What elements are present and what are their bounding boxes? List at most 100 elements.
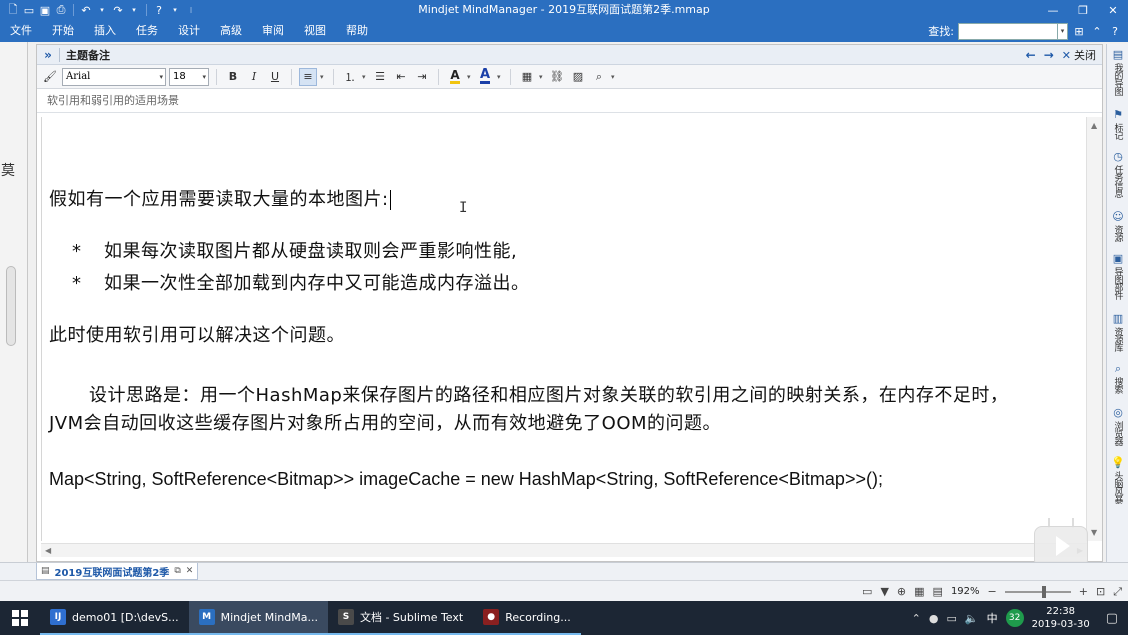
editor-vertical-scrollbar[interactable]: ▲ ▼ bbox=[1086, 117, 1102, 541]
clock[interactable]: 22:38 2019-03-30 bbox=[1032, 605, 1090, 631]
find-dropdown-icon[interactable]: ▾ bbox=[611, 73, 617, 81]
highlight-color-icon[interactable]: A bbox=[446, 68, 464, 86]
font-family-select[interactable]: Arial ▾ bbox=[62, 67, 166, 86]
save-icon[interactable]: ▣ bbox=[38, 3, 52, 17]
pane-task-info[interactable]: ◷ 任务信息 bbox=[1109, 150, 1127, 197]
detach-tab-icon[interactable]: ⧉ bbox=[174, 566, 180, 576]
bold-icon[interactable]: B bbox=[224, 68, 242, 86]
font-color-icon[interactable]: A bbox=[476, 68, 494, 86]
highlight-dropdown-icon[interactable]: ▾ bbox=[467, 73, 473, 81]
layout-icon[interactable]: ▭ bbox=[862, 585, 872, 598]
font-color-dropdown-icon[interactable]: ▾ bbox=[497, 73, 503, 81]
help-icon[interactable]: ? bbox=[152, 3, 166, 17]
tray-badge[interactable]: 32 bbox=[1005, 609, 1024, 627]
align-left-icon[interactable]: ≡ bbox=[299, 67, 317, 86]
menu-file[interactable]: 文件 bbox=[0, 20, 42, 42]
menu-insert[interactable]: 插入 bbox=[84, 20, 126, 42]
hyperlink-icon[interactable]: ⛓ bbox=[548, 68, 566, 86]
pane-label: 头脑风暴 bbox=[1112, 471, 1123, 503]
fit-map-icon[interactable]: ⊡ bbox=[1096, 585, 1105, 598]
redo-icon[interactable]: ↷ bbox=[111, 3, 125, 17]
close-tab-icon[interactable]: ✕ bbox=[186, 566, 194, 576]
chevron-up-icon[interactable]: ⌃ bbox=[912, 612, 921, 625]
notification-icon[interactable]: ▢ bbox=[1106, 611, 1118, 626]
zoom-in-icon[interactable]: + bbox=[1079, 585, 1088, 598]
underline-icon[interactable]: U bbox=[266, 68, 284, 86]
zoom-slider[interactable] bbox=[1004, 585, 1071, 598]
scroll-left-icon[interactable]: ◀ bbox=[45, 546, 51, 555]
menu-help[interactable]: 帮助 bbox=[336, 20, 378, 42]
menu-home[interactable]: 开始 bbox=[42, 20, 84, 42]
pane-browser[interactable]: ◎ 浏览器 bbox=[1109, 406, 1127, 445]
task-label: Mindjet MindMa... bbox=[220, 610, 318, 624]
menu-design[interactable]: 设计 bbox=[168, 20, 210, 42]
find-options-icon[interactable]: ⊞ bbox=[1072, 25, 1086, 38]
previous-note-icon[interactable]: ← bbox=[1026, 48, 1036, 62]
expand-icon[interactable]: ⊕ bbox=[897, 585, 906, 598]
pane-markers[interactable]: ⚑ 标记 bbox=[1109, 108, 1127, 139]
insert-table-icon[interactable]: ▦ bbox=[518, 68, 536, 86]
notes-editor[interactable]: 假如有一个应用需要读取大量的本地图片: I * 如果每次读取图片都从硬盘读取则会严… bbox=[41, 117, 1087, 541]
font-size-select[interactable]: 18 ▾ bbox=[169, 67, 209, 86]
ime-indicator[interactable]: 中 bbox=[987, 610, 998, 626]
filter-icon[interactable]: ▼ bbox=[880, 585, 888, 598]
bulleted-list-icon[interactable]: ☰ bbox=[371, 68, 389, 86]
redo-dropdown-icon[interactable]: ▾ bbox=[127, 3, 141, 17]
menu-view[interactable]: 视图 bbox=[294, 20, 336, 42]
scroll-down-icon[interactable]: ▼ bbox=[1091, 528, 1097, 537]
pane-map-parts[interactable]: ▣ 导图部件 bbox=[1109, 252, 1127, 299]
start-button[interactable] bbox=[0, 601, 40, 635]
outline-view-icon[interactable]: ▤ bbox=[933, 585, 943, 598]
new-doc-icon[interactable]: 🗋 bbox=[6, 3, 20, 17]
search-input[interactable] bbox=[958, 22, 1058, 40]
editor-horizontal-scrollbar[interactable]: ◀ ▶ bbox=[41, 543, 1087, 557]
print-icon[interactable]: ⎙ bbox=[54, 3, 68, 17]
menu-task[interactable]: 任务 bbox=[126, 20, 168, 42]
help-dropdown-icon[interactable]: ▾ bbox=[168, 3, 182, 17]
undo-dropdown-icon[interactable]: ▾ bbox=[95, 3, 109, 17]
volume-icon[interactable]: 🔈 bbox=[965, 612, 979, 625]
increase-indent-icon[interactable]: ⇥ bbox=[413, 68, 431, 86]
close-notes-button[interactable]: ✕ 关闭 bbox=[1062, 47, 1096, 63]
pane-my-maps[interactable]: ▤ 我的导图 bbox=[1109, 48, 1127, 95]
menu-review[interactable]: 审阅 bbox=[252, 20, 294, 42]
find-replace-icon[interactable]: ⌕ bbox=[590, 68, 608, 86]
menu-advanced[interactable]: 高级 bbox=[210, 20, 252, 42]
open-folder-icon[interactable]: ▭ bbox=[22, 3, 36, 17]
left-pane-scroll-thumb[interactable] bbox=[6, 266, 16, 346]
scroll-up-icon[interactable]: ▲ bbox=[1091, 121, 1097, 130]
taskbar-app-mindmanager[interactable]: M Mindjet MindMa... bbox=[188, 601, 328, 635]
security-icon[interactable]: ● bbox=[929, 612, 939, 625]
close-button[interactable]: ✕ bbox=[1098, 0, 1128, 20]
pane-resources[interactable]: ☺ 资源 bbox=[1109, 210, 1127, 241]
taskbar-app-sublime[interactable]: S 文档 - Sublime Text bbox=[327, 601, 474, 635]
map-view-icon[interactable]: ▦ bbox=[914, 585, 924, 598]
network-icon[interactable]: ▭ bbox=[946, 612, 956, 625]
taskbar-app-intellij[interactable]: IJ demo01 [D:\devS... bbox=[40, 601, 189, 635]
numbered-list-icon[interactable]: ⒈ bbox=[341, 68, 359, 86]
search-dropdown-icon[interactable]: ▾ bbox=[1058, 22, 1068, 40]
document-tab[interactable]: ▤ 2019互联网面试题第2季 ⧉ ✕ bbox=[36, 563, 199, 580]
pane-library[interactable]: ▥ 资源库 bbox=[1109, 312, 1127, 351]
align-dropdown-icon[interactable]: ▾ bbox=[320, 73, 326, 81]
taskbar-app-recording[interactable]: ● Recording... bbox=[473, 601, 581, 635]
format-painter-icon[interactable]: 🖌 bbox=[41, 68, 59, 86]
customize-qat-icon[interactable]: ⁝ bbox=[184, 3, 198, 17]
zoom-slider-thumb[interactable] bbox=[1041, 585, 1046, 598]
help-circle-icon[interactable]: ? bbox=[1108, 25, 1122, 38]
decrease-indent-icon[interactable]: ⇤ bbox=[392, 68, 410, 86]
pane-brainstorm[interactable]: 💡 头脑风暴 bbox=[1109, 456, 1127, 503]
italic-icon[interactable]: I bbox=[245, 68, 263, 86]
ribbon-collapse-icon[interactable]: ⌃ bbox=[1090, 25, 1104, 38]
minimize-button[interactable]: — bbox=[1038, 0, 1068, 20]
numbered-list-dropdown-icon[interactable]: ▾ bbox=[362, 73, 368, 81]
next-note-icon[interactable]: → bbox=[1044, 48, 1054, 62]
zoom-out-icon[interactable]: − bbox=[988, 585, 997, 598]
pane-search[interactable]: ⌕ 搜索 bbox=[1109, 362, 1127, 393]
collapse-panel-icon[interactable]: » bbox=[37, 48, 59, 62]
insert-image-icon[interactable]: ▨ bbox=[569, 68, 587, 86]
undo-icon[interactable]: ↶ bbox=[79, 3, 93, 17]
full-screen-icon[interactable]: ⤢ bbox=[1113, 585, 1122, 599]
restore-button[interactable]: ❐ bbox=[1068, 0, 1098, 20]
table-dropdown-icon[interactable]: ▾ bbox=[539, 73, 545, 81]
